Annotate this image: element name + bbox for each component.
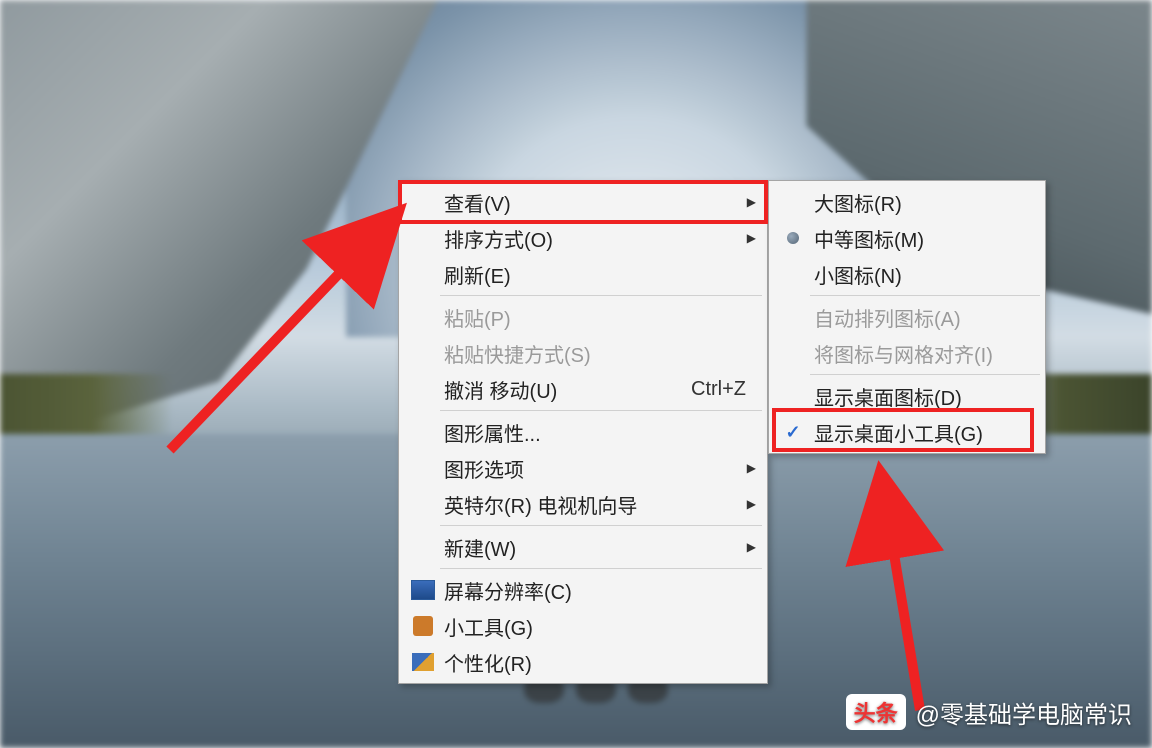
annotation-arrow-1 [150,180,430,460]
menu-label: 英特尔(R) 电视机向导 [444,490,746,519]
blank-icon [408,260,438,288]
desktop-context-menu: 查看(V) ▶ 排序方式(O) ▶ 刷新(E) 粘贴(P) 粘贴快捷方式(S) … [398,180,768,684]
view-submenu: 大图标(R) 中等图标(M) 小图标(N) 自动排列图标(A) 将图标与网格对齐… [768,180,1046,454]
menu-item-new[interactable]: 新建(W) ▶ [402,529,764,565]
menu-separator [440,295,762,296]
blank-icon [778,303,808,331]
menu-item-paste: 粘贴(P) [402,299,764,335]
menu-label: 显示桌面图标(D) [814,382,1024,411]
blank-icon [408,339,438,367]
submenu-arrow-icon: ▶ [747,231,756,245]
blank-icon [408,303,438,331]
submenu-item-large-icons[interactable]: 大图标(R) [772,184,1042,220]
menu-item-refresh[interactable]: 刷新(E) [402,256,764,292]
menu-separator [810,295,1040,296]
menu-item-undo[interactable]: 撤消 移动(U) Ctrl+Z [402,371,764,407]
menu-separator [440,525,762,526]
blank-icon [778,339,808,367]
menu-label: 个性化(R) [444,648,746,677]
blank-icon [778,260,808,288]
menu-label: 小工具(G) [444,612,746,641]
menu-item-gadgets[interactable]: 小工具(G) [402,608,764,644]
watermark: 头条 @零基础学电脑常识 [846,694,1132,730]
menu-item-view[interactable]: 查看(V) ▶ [402,184,764,220]
watermark-text: @零基础学电脑常识 [916,695,1132,730]
blank-icon [408,188,438,216]
blank-icon [778,382,808,410]
submenu-arrow-icon: ▶ [747,461,756,475]
menu-label: 小图标(N) [814,260,1024,289]
submenu-item-auto-arrange[interactable]: 自动排列图标(A) [772,299,1042,335]
menu-label: 自动排列图标(A) [814,303,1024,332]
menu-label: 显示桌面小工具(G) [814,418,1024,447]
blank-icon [408,454,438,482]
annotation-arrow-2 [830,450,970,730]
menu-label: 屏幕分辨率(C) [444,576,746,605]
gadget-icon [408,612,438,640]
blank-icon [408,418,438,446]
menu-label: 粘贴(P) [444,303,746,332]
submenu-arrow-icon: ▶ [747,497,756,511]
blank-icon [408,375,438,403]
submenu-arrow-icon: ▶ [747,540,756,554]
menu-label: 排序方式(O) [444,224,746,253]
menu-separator [440,568,762,569]
radio-selected-icon [778,224,808,252]
blank-icon [778,188,808,216]
menu-label: 大图标(R) [814,188,1024,217]
blank-icon [408,490,438,518]
submenu-item-show-gadgets[interactable]: ✓ 显示桌面小工具(G) [772,414,1042,450]
menu-label: 查看(V) [444,188,746,217]
menu-label: 图形选项 [444,454,746,483]
menu-item-paste-shortcut: 粘贴快捷方式(S) [402,335,764,371]
menu-item-graphics-properties[interactable]: 图形属性... [402,414,764,450]
blank-icon [408,224,438,252]
menu-label: 粘贴快捷方式(S) [444,339,746,368]
menu-label: 中等图标(M) [814,224,1024,253]
menu-label: 刷新(E) [444,260,746,289]
check-icon: ✓ [778,418,808,446]
menu-item-screen-resolution[interactable]: 屏幕分辨率(C) [402,572,764,608]
submenu-item-show-desktop-icons[interactable]: 显示桌面图标(D) [772,378,1042,414]
menu-label: 新建(W) [444,533,746,562]
blank-icon [408,533,438,561]
monitor-icon [408,576,438,604]
watermark-badge: 头条 [846,694,906,730]
menu-item-intel-tv[interactable]: 英特尔(R) 电视机向导 ▶ [402,486,764,522]
menu-label: 将图标与网格对齐(I) [814,339,1024,368]
submenu-arrow-icon: ▶ [747,195,756,209]
menu-label: 撤消 移动(U) [444,375,651,404]
menu-shortcut: Ctrl+Z [691,378,746,401]
menu-item-personalize[interactable]: 个性化(R) [402,644,764,680]
menu-separator [810,374,1040,375]
submenu-item-medium-icons[interactable]: 中等图标(M) [772,220,1042,256]
menu-label: 图形属性... [444,418,746,447]
menu-item-graphics-options[interactable]: 图形选项 ▶ [402,450,764,486]
menu-separator [440,410,762,411]
menu-item-sort[interactable]: 排序方式(O) ▶ [402,220,764,256]
submenu-item-align-grid[interactable]: 将图标与网格对齐(I) [772,335,1042,371]
submenu-item-small-icons[interactable]: 小图标(N) [772,256,1042,292]
personalize-icon [408,648,438,676]
